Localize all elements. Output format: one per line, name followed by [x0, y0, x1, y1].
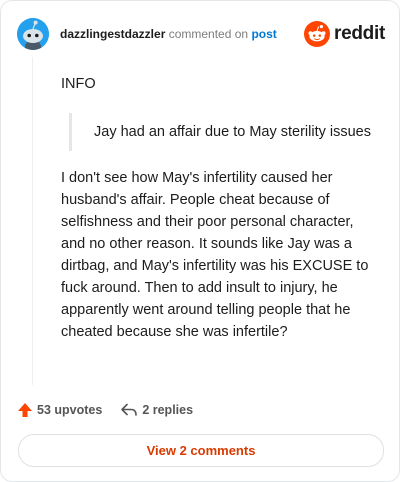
comment-body: INFO Jay had an affair due to May steril… — [61, 73, 381, 343]
action-text: commented on — [168, 27, 249, 41]
comment-meta: dazzlingestdazzler commented on post — [60, 27, 277, 41]
username-link[interactable]: dazzlingestdazzler — [60, 27, 165, 41]
comment-paragraph: INFO — [61, 76, 96, 92]
snoo-avatar-icon — [17, 18, 49, 50]
replies-button[interactable]: 2 replies — [120, 402, 193, 418]
comment-header: dazzlingestdazzler commented on post red… — [17, 18, 385, 52]
upvote-button[interactable]: 53 upvotes — [17, 402, 102, 418]
thread-line — [32, 57, 33, 385]
view-comments-button[interactable]: View 2 comments — [18, 434, 384, 467]
quote-text: Jay had an affair due to May sterility i… — [94, 124, 371, 140]
comment-footer: 53 upvotes 2 replies — [17, 399, 385, 421]
upvote-arrow-icon — [18, 403, 32, 417]
reply-count: 2 replies — [142, 403, 194, 417]
user-avatar[interactable] — [17, 18, 49, 50]
reply-arrow-icon — [121, 403, 138, 416]
reddit-logo[interactable]: reddit — [304, 21, 385, 47]
comment-card: dazzlingestdazzler commented on post red… — [0, 0, 400, 482]
post-link[interactable]: post — [251, 27, 276, 41]
comment-paragraph: I don't see how May's infertility caused… — [61, 170, 369, 340]
reddit-wordmark: reddit — [334, 23, 385, 44]
upvote-count: 53 upvotes — [37, 403, 103, 417]
reddit-logo-icon — [304, 21, 331, 47]
blockquote: Jay had an affair due to May sterility i… — [69, 113, 381, 151]
